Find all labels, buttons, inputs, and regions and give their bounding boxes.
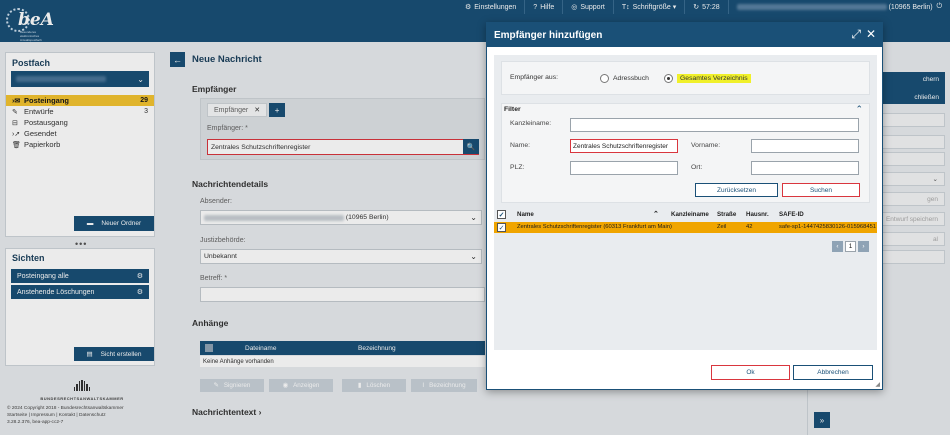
col-firm[interactable]: Kanzleiname [671,211,709,218]
result-name: Zentrales Schutzschriftenregister (60313… [517,224,672,230]
zip-label: PLZ: [510,164,525,171]
reset-button[interactable]: Zurücksetzen [695,183,778,197]
name-input[interactable]: Zentrales Schutzschriftenregister [570,139,678,153]
result-street: Zeil [717,224,727,230]
firm-label: Kanzleiname: [510,120,552,127]
prev-page-button[interactable]: ‹ [832,241,843,252]
result-safe-id: safe-sp1-1447425830126-015968451 [779,224,877,230]
collapse-icon[interactable]: ⌃ [855,104,863,115]
dialog-body: Empfänger aus: Adressbuch Gesamtes Verze… [494,55,877,350]
ok-label: Ok [746,369,755,376]
row-checkbox[interactable]: ✓ [497,223,506,232]
col-number[interactable]: Hausnr. [746,211,769,218]
results-header: ✓ Name ⌃ Kanzleiname Straße Hausnr. SAFE… [494,209,877,221]
radio-circle-selected[interactable] [664,74,673,83]
radio-address-book[interactable]: Adressbuch [600,74,649,83]
name-label: Name: [510,142,531,149]
page-number[interactable]: 1 [845,241,856,252]
firstname-input[interactable] [751,139,859,153]
name-value: Zentrales Schutzschriftenregister [573,142,669,150]
ok-button[interactable]: Ok [711,365,790,380]
radio-label: Gesamtes Verzeichnis [677,74,751,83]
source-selector: Empfänger aus: Adressbuch Gesamtes Verze… [501,61,870,95]
source-label: Empfänger aus: [510,74,558,81]
pagination: ‹ 1 › [832,241,869,252]
result-number: 42 [746,224,753,230]
dialog-header: Empfänger hinzufügen ⤢ ✕ [487,23,882,47]
firstname-label: Vorname: [691,142,721,149]
resize-grip-icon[interactable]: ◢ [875,381,880,388]
search-button[interactable]: Suchen [782,183,860,197]
search-label: Suchen [809,186,833,194]
filter-panel: Filter ⌃ Kanzleiname: Name: Zentrales Sc… [501,103,870,203]
result-row[interactable]: ✓ Zentrales Schutzschriftenregister (603… [494,222,877,233]
reset-label: Zurücksetzen [716,186,757,194]
maximize-icon[interactable]: ⤢ [851,27,861,42]
col-street[interactable]: Straße [717,211,736,218]
dialog-title: Empfänger hinzufügen [494,29,603,41]
radio-full-directory[interactable]: Gesamtes Verzeichnis [664,74,751,83]
radio-label: Adressbuch [613,75,649,82]
radio-circle[interactable] [600,74,609,83]
col-name[interactable]: Name [517,211,534,218]
close-icon[interactable]: ✕ [866,27,876,42]
cancel-label: Abbrechen [817,369,849,376]
select-all-checkbox[interactable]: ✓ [497,210,506,219]
cancel-button[interactable]: Abbrechen [793,365,873,380]
sort-up-icon[interactable]: ⌃ [653,210,659,218]
firm-input[interactable] [570,118,859,132]
filter-title: Filter [504,106,521,113]
add-recipient-dialog: Empfänger hinzufügen ⤢ ✕ Empfänger aus: A… [486,22,883,390]
source-label-text: Empfänger aus: [510,74,558,81]
city-input[interactable] [751,161,859,175]
zip-input[interactable] [570,161,678,175]
next-page-button[interactable]: › [858,241,869,252]
city-label: Ort: [691,164,703,171]
col-safe-id[interactable]: SAFE-ID [779,211,804,218]
